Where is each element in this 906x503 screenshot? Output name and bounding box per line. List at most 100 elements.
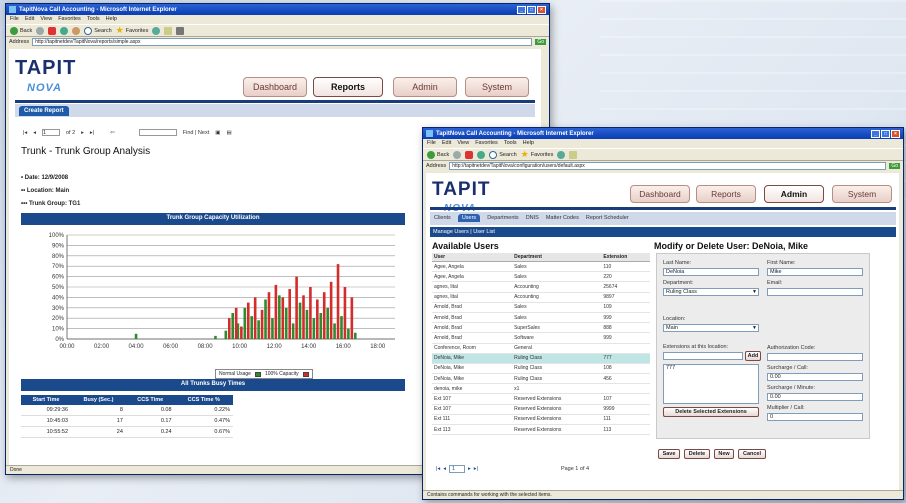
stop-icon[interactable] — [465, 150, 474, 159]
minimize-button[interactable]: _ — [871, 129, 880, 138]
extensions-listbox[interactable]: 777 — [663, 364, 759, 404]
address-input[interactable]: http://tapitnetdev/TapitNova/reports/sim… — [32, 38, 533, 46]
menu-edit[interactable]: Edit — [442, 140, 451, 147]
menu-help[interactable]: Help — [106, 16, 117, 23]
email-field[interactable] — [767, 288, 863, 296]
menu-file[interactable]: File — [10, 16, 19, 23]
first-name-field[interactable]: Mike — [767, 268, 863, 276]
search-button[interactable]: Search — [489, 150, 517, 159]
maximize-button[interactable]: □ — [881, 129, 890, 138]
mail-icon[interactable] — [164, 26, 173, 35]
last-page-icon[interactable]: ▸| — [90, 130, 94, 136]
tab-clients[interactable]: Clients — [434, 215, 451, 221]
add-extension-button[interactable]: Add — [745, 351, 761, 361]
find-next-link[interactable]: Find | Next — [183, 130, 210, 136]
menu-favorites[interactable]: Favorites — [58, 16, 81, 23]
first-page-icon[interactable]: |◂ — [23, 130, 27, 136]
nav-admin[interactable]: Admin — [393, 77, 457, 97]
favorites-button[interactable]: ★ Favorites — [116, 25, 149, 36]
menu-favorites[interactable]: Favorites — [475, 140, 498, 147]
close-button[interactable]: × — [537, 5, 546, 14]
new-button[interactable]: New — [714, 449, 734, 459]
list-item[interactable]: Agee, Angela Sales 220 — [432, 271, 650, 283]
mail-icon[interactable] — [569, 150, 578, 159]
menu-view[interactable]: View — [457, 140, 469, 147]
find-input[interactable] — [138, 129, 177, 136]
history-icon[interactable] — [557, 150, 566, 159]
forward-arrow-icon[interactable] — [453, 150, 462, 159]
multiplier-field[interactable]: 0 — [767, 413, 863, 421]
tab-create-report[interactable]: Create Report — [19, 106, 69, 116]
list-item[interactable]: Arnold, Brad SuperSales 888 — [432, 322, 650, 334]
list-item[interactable]: Arnold, Brad Software 999 — [432, 332, 650, 344]
extension-item[interactable]: 777 — [666, 365, 675, 371]
forward-arrow-icon[interactable] — [36, 26, 45, 35]
search-button[interactable]: Search — [84, 26, 112, 35]
page-input[interactable]: 1 — [448, 465, 465, 473]
extension-input[interactable] — [663, 352, 743, 360]
menu-tools[interactable]: Tools — [87, 16, 100, 23]
prev-page-icon[interactable]: ◂ — [443, 466, 446, 472]
department-select[interactable]: Ruling Class ▼ — [663, 288, 759, 296]
save-button[interactable]: Save — [658, 449, 680, 459]
delete-button[interactable]: Delete — [684, 449, 710, 459]
nav-system[interactable]: System — [832, 185, 892, 203]
back-button[interactable]: Back — [427, 150, 449, 159]
list-item[interactable]: Arnold, Brad Sales 109 — [432, 302, 650, 313]
first-page-icon[interactable]: |◂ — [436, 466, 440, 472]
list-item[interactable]: agnes, lital Accounting 9897 — [432, 292, 650, 303]
tab-report-scheduler[interactable]: Report Scheduler — [586, 215, 629, 221]
list-item[interactable]: Ext 113 Reserved Extensions 113 — [432, 424, 650, 436]
menu-view[interactable]: View — [40, 16, 52, 23]
close-button[interactable]: × — [891, 129, 900, 138]
back-icon[interactable]: ⇦ — [110, 130, 115, 136]
last-page-icon[interactable]: ▸| — [474, 466, 478, 472]
surcharge-minute-field[interactable]: 0.00 — [767, 393, 863, 401]
list-item[interactable]: Agee, Angela Sales 110 — [432, 261, 650, 273]
nav-admin[interactable]: Admin — [764, 185, 824, 203]
menu-edit[interactable]: Edit — [25, 16, 34, 23]
print-report-icon[interactable]: ▤ — [226, 130, 231, 136]
tab-matter-codes[interactable]: Matter Codes — [546, 215, 579, 221]
next-page-icon[interactable]: ▸ — [468, 466, 471, 472]
nav-dashboard[interactable]: Dashboard — [630, 185, 690, 203]
list-item[interactable]: Arnold, Brad Sales 999 — [432, 312, 650, 324]
go-button[interactable]: Go — [889, 163, 900, 169]
next-page-icon[interactable]: ▸ — [81, 130, 84, 136]
export-icon[interactable]: ▣ — [215, 130, 220, 136]
page-number-input[interactable]: 1 — [41, 129, 60, 136]
print-icon[interactable] — [176, 26, 185, 35]
list-item[interactable]: Conference, Room General — [432, 343, 650, 354]
address-input[interactable]: http://tapitnetdev/TapitNova/configurati… — [449, 162, 887, 170]
list-item[interactable]: DeNoia, Mike Ruling Class 108 — [432, 363, 650, 375]
list-item[interactable]: DeNoia, Mike Ruling Class 777 — [432, 353, 650, 364]
tab-dnis[interactable]: DNIS — [526, 215, 539, 221]
surcharge-call-field[interactable]: 0.00 — [767, 373, 863, 381]
stop-icon[interactable] — [48, 26, 57, 35]
nav-reports[interactable]: Reports — [313, 77, 383, 97]
nav-system[interactable]: System — [465, 77, 529, 97]
history-icon[interactable] — [152, 26, 161, 35]
go-button[interactable]: Go — [535, 39, 546, 45]
list-item[interactable]: Ext 111 Reserved Extensions 111 — [432, 414, 650, 426]
favorites-button[interactable]: ★ Favorites — [521, 149, 554, 160]
list-item[interactable]: Ext 107 Reserved Extensions 107 — [432, 393, 650, 405]
delete-extensions-button[interactable]: Delete Selected Extensions — [663, 407, 759, 417]
last-name-field[interactable]: DeNoia — [663, 268, 759, 276]
prev-page-icon[interactable]: ◂ — [33, 130, 36, 136]
nav-dashboard[interactable]: Dashboard — [243, 77, 307, 97]
back-button[interactable]: Back — [10, 26, 32, 35]
list-item[interactable]: Ext 107 Reserved Extensions 9999 — [432, 404, 650, 415]
tab-departments[interactable]: Departments — [487, 215, 519, 221]
tab-users[interactable]: Users — [457, 214, 481, 222]
menu-file[interactable]: File — [427, 140, 436, 147]
users-subnav[interactable]: Manage Users | User List — [430, 227, 896, 237]
location-select[interactable]: Main ▼ — [663, 324, 759, 332]
list-item[interactable]: denoia, mike x1 — [432, 383, 650, 395]
list-item[interactable]: DeNoia, Mike Ruling Class 456 — [432, 373, 650, 385]
refresh-icon[interactable] — [477, 150, 486, 159]
maximize-button[interactable]: □ — [527, 5, 536, 14]
nav-reports[interactable]: Reports — [696, 185, 756, 203]
minimize-button[interactable]: _ — [517, 5, 526, 14]
menu-tools[interactable]: Tools — [504, 140, 517, 147]
